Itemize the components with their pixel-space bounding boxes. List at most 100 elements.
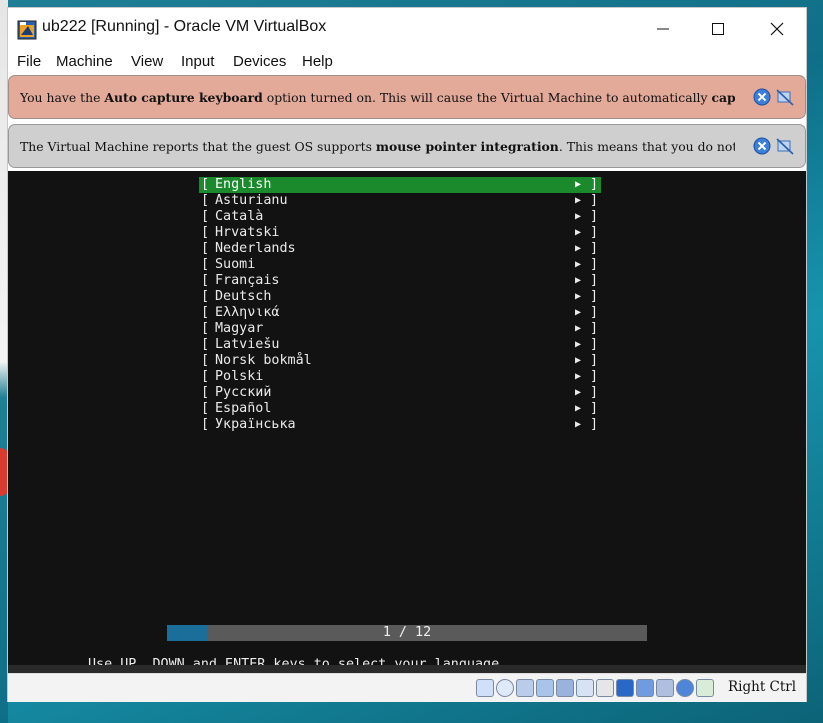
submenu-arrow-icon: ▶ [575,355,582,366]
vm-display[interactable]: [English ▶] [Asturianu ▶] [Català ▶] [Hrvatski… [8,171,806,673]
language-option[interactable]: [Français ▶] [199,273,601,289]
video-capture-icon[interactable] [616,679,634,697]
display-icon[interactable] [596,679,614,697]
maximize-button[interactable] [695,14,741,44]
notice-bold-text: Auto capture keyboard [104,90,263,105]
bracket-close: ] [590,321,599,336]
menu-input[interactable]: Input [181,53,214,70]
submenu-arrow-icon: ▶ [575,227,582,238]
notice-info-icon[interactable] [753,137,771,155]
usb-icon[interactable] [556,679,574,697]
language-option[interactable]: [Русский ▶] [199,385,601,401]
language-option[interactable]: [Hrvatski ▶] [199,225,601,241]
title-bar[interactable]: ub222 [Running] - Oracle VM VirtualBox [8,8,806,50]
menu-machine[interactable]: Machine [56,53,113,70]
bracket-close: ] [590,209,599,224]
shared-folders-icon[interactable] [576,679,594,697]
audio-icon[interactable] [516,679,534,697]
bracket-open: [ [201,401,210,416]
close-button[interactable] [754,14,800,44]
notice-info-icon[interactable] [753,88,771,106]
mouse-notice-text: The Virtual Machine reports that the gue… [20,139,735,154]
bracket-open: [ [201,241,210,256]
language-option[interactable]: [Magyar ▶] [199,321,601,337]
notice-bold-text: mouse pointer integration [375,139,559,154]
language-name: Deutsch [215,289,272,304]
language-option[interactable]: [English ▶] [199,177,601,193]
bracket-open: [ [201,225,210,240]
bracket-close: ] [590,369,599,384]
language-option[interactable]: [Norsk bokmål ▶] [199,353,601,369]
language-list: [English ▶] [Asturianu ▶] [Català ▶] [Hrvatski… [199,177,601,433]
bracket-open: [ [201,289,210,304]
language-option[interactable]: [Català ▶] [199,209,601,225]
submenu-arrow-icon: ▶ [575,259,582,270]
language-name: Español [215,401,272,416]
bracket-close: ] [590,353,599,368]
virtualbox-window: ub222 [Running] - Oracle VM VirtualBox F… [7,7,807,702]
language-name: Norsk bokmål [215,353,312,368]
language-name: Polski [215,369,264,384]
hard-disk-icon[interactable] [476,679,494,697]
submenu-arrow-icon: ▶ [575,387,582,398]
language-option[interactable]: [Latviešu ▶] [199,337,601,353]
optical-drive-icon[interactable] [496,679,514,697]
submenu-arrow-icon: ▶ [575,275,582,286]
language-option[interactable]: [Українська ▶] [199,417,601,433]
keyboard-capture-icon[interactable] [696,679,714,697]
progress-text: 1 / 12 [382,625,432,640]
bracket-close: ] [590,225,599,240]
bracket-close: ] [590,257,599,272]
minimize-button[interactable] [640,14,686,44]
menu-view[interactable]: View [131,53,163,70]
bracket-open: [ [201,417,210,432]
language-name: Français [215,273,280,288]
bracket-close: ] [590,193,599,208]
language-name: English [215,177,272,192]
bracket-open: [ [201,305,210,320]
language-option[interactable]: [Español ▶] [199,401,601,417]
network-icon[interactable] [536,679,554,697]
mouse-integration-icon[interactable] [676,679,694,697]
language-option[interactable]: [Suomi ▶] [199,257,601,273]
bracket-open: [ [201,257,210,272]
language-option[interactable]: [Deutsch ▶] [199,289,601,305]
bracket-close: ] [590,385,599,400]
submenu-arrow-icon: ▶ [575,291,582,302]
cpu-icon[interactable] [656,679,674,697]
notice-bold-text: capture [711,90,735,105]
bracket-open: [ [201,177,210,192]
maximize-icon [712,23,724,35]
bracket-open: [ [201,337,210,352]
language-option[interactable]: [Ελληνικά ▶] [199,305,601,321]
notice-text: . This means that you do not need to [558,139,735,154]
submenu-arrow-icon: ▶ [575,195,582,206]
notice-text: option turned on. This will cause the Vi… [262,90,712,105]
menu-file[interactable]: File [17,53,41,70]
notice-dismiss-icon[interactable] [776,88,794,106]
bracket-close: ] [590,177,599,192]
menu-help[interactable]: Help [302,53,333,70]
install-progress-bar: 1 / 12 [167,625,647,641]
notice-dismiss-icon[interactable] [776,137,794,155]
language-name: Latviešu [215,337,280,352]
close-icon [770,22,784,36]
screen-icon[interactable] [636,679,654,697]
bracket-close: ] [590,241,599,256]
language-name: Asturianu [215,193,288,208]
language-name: Українська [215,417,296,432]
language-option[interactable]: [Nederlands ▶] [199,241,601,257]
bracket-close: ] [590,273,599,288]
mouse-integration-notice: The Virtual Machine reports that the gue… [8,124,806,168]
status-bar: Right Ctrl [8,673,806,702]
window-title: ub222 [Running] - Oracle VM VirtualBox [42,18,327,35]
submenu-arrow-icon: ▶ [575,403,582,414]
bracket-open: [ [201,321,210,336]
language-option[interactable]: [Polski ▶] [199,369,601,385]
host-key-label: Right Ctrl [728,679,797,695]
menu-devices[interactable]: Devices [233,53,286,70]
status-icons [476,679,714,697]
menu-bar: File Machine View Input Devices Help [8,50,806,74]
notice-text: The Virtual Machine reports that the gue… [20,139,376,154]
language-option[interactable]: [Asturianu ▶] [199,193,601,209]
